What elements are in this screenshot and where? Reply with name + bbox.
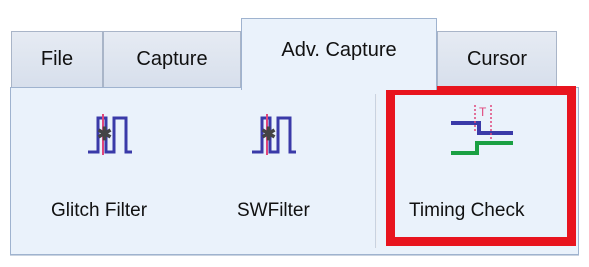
swfilter-icon: ✱ <box>252 114 296 155</box>
ribbon-panel-adv-capture: ✱ Glitch Filter ✱ SWFilter T Timing Chec… <box>10 86 579 255</box>
tab-cursor-label: Cursor <box>466 48 527 70</box>
tab-cursor[interactable]: Cursor <box>437 31 557 87</box>
tab-file-label: File <box>40 48 74 70</box>
tab-file[interactable]: File <box>11 31 103 87</box>
tab-capture-label: Capture <box>136 48 208 70</box>
tab-adv-capture[interactable]: Adv. Capture <box>241 18 437 90</box>
highlight-box <box>386 86 576 246</box>
ribbon-bottom-border <box>10 255 579 256</box>
group-separator <box>375 94 377 248</box>
glitch-filter-button[interactable]: ✱ Glitch Filter <box>39 90 179 246</box>
glitch-filter-label: Glitch Filter <box>51 200 148 221</box>
tab-adv-capture-label: Adv. Capture <box>281 39 397 61</box>
swfilter-label: SWFilter <box>237 200 310 221</box>
svg-text:✱: ✱ <box>261 124 276 144</box>
swfilter-button[interactable]: ✱ SWFilter <box>207 90 347 246</box>
glitch-filter-icon: ✱ <box>88 114 132 155</box>
svg-text:✱: ✱ <box>97 124 112 144</box>
ribbon-tab-bar: File Capture Adv. Capture Cursor <box>0 0 589 90</box>
tab-capture[interactable]: Capture <box>103 31 241 87</box>
